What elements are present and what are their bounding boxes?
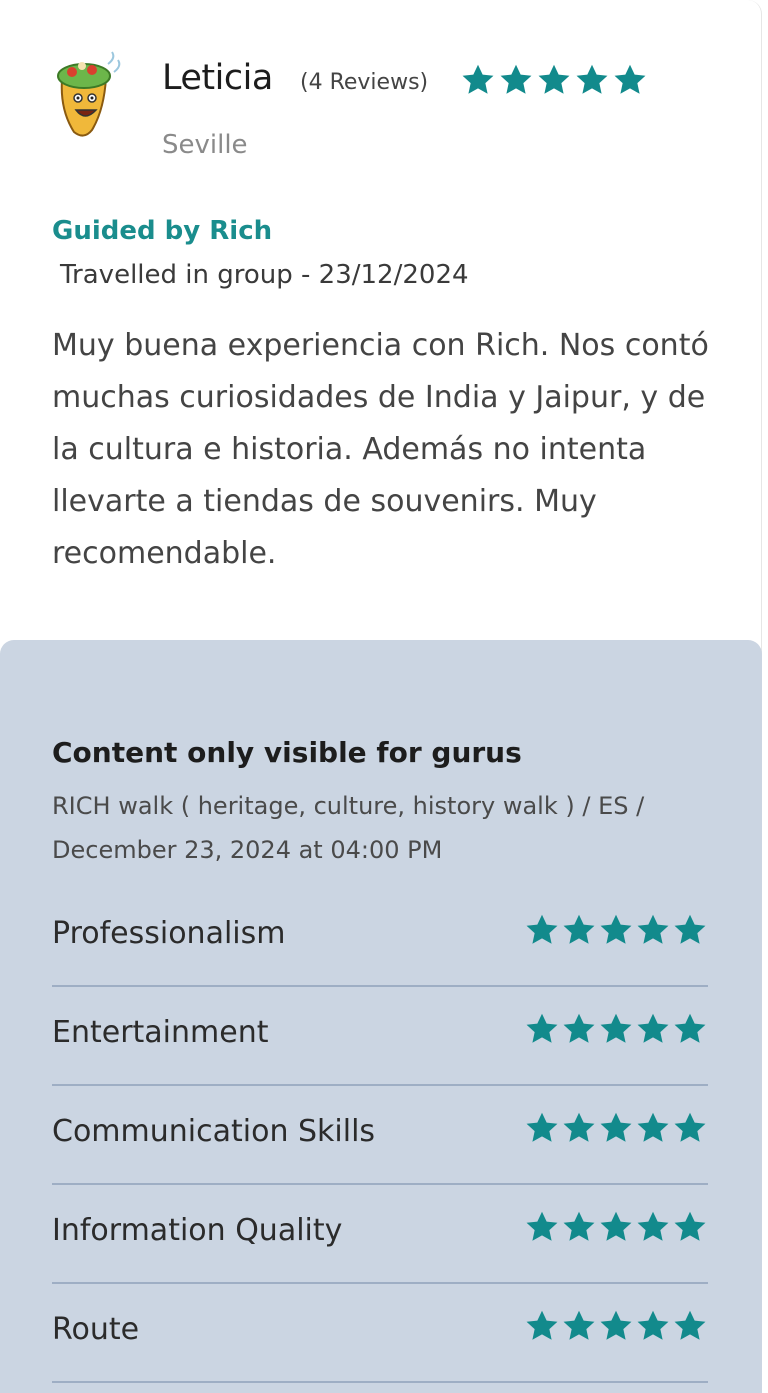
star-icon [600,1112,632,1142]
star-icon [563,1013,595,1043]
star-icon [526,1211,558,1241]
star-icon [563,1310,595,1340]
star-icon [526,1112,558,1142]
star-icon [674,1112,706,1142]
review-count[interactable]: (4 Reviews) [300,70,428,95]
rating-stars [524,1110,708,1146]
cartoon-burrito-avatar-icon [57,51,121,137]
star-icon [600,1013,632,1043]
guru-only-panel: Content only visible for gurus RICH walk… [0,640,762,1393]
star-icon [538,64,570,94]
rating-label: Information Quality [52,1213,343,1248]
reviewer-name[interactable]: Leticia [162,58,273,98]
rating-label: Entertainment [52,1015,269,1050]
star-icon [526,1013,558,1043]
travel-info: Travelled in group - 23/12/2024 [60,260,469,290]
star-icon [614,64,646,94]
rating-label: Route [52,1312,140,1347]
rating-label: Professionalism [52,916,286,951]
star-icon [637,1013,669,1043]
rating-row-information-quality: Information Quality [52,1185,708,1284]
rating-stars [524,1011,708,1047]
star-icon [563,1211,595,1241]
star-icon [674,1310,706,1340]
rating-stars [524,1209,708,1245]
review-header: Leticia (4 Reviews) Seville [52,50,732,170]
star-icon [526,1310,558,1340]
star-icon [637,914,669,944]
guided-by-link[interactable]: Guided by Rich [52,216,272,246]
star-icon [674,1013,706,1043]
review-card: Leticia (4 Reviews) Seville Guided by Ri… [0,0,762,1393]
star-icon [600,914,632,944]
reviewer-city: Seville [162,130,248,160]
star-icon [563,914,595,944]
rating-row-communication-skills: Communication Skills [52,1086,708,1185]
star-icon [462,64,494,94]
reviewer-rating [460,62,648,98]
star-icon [637,1310,669,1340]
tour-details: RICH walk ( heritage, culture, history w… [52,792,645,864]
category-ratings: Professionalism Entertainment Communicat… [52,888,708,1383]
star-icon [674,914,706,944]
rating-row-entertainment: Entertainment [52,987,708,1086]
rating-label: Communication Skills [52,1114,376,1149]
star-icon [563,1112,595,1142]
rating-stars [524,1308,708,1344]
review-text: Muy buena experiencia con Rich. Nos cont… [52,328,709,571]
star-icon [600,1310,632,1340]
star-icon [600,1211,632,1241]
rating-row-professionalism: Professionalism [52,888,708,987]
star-icon [576,64,608,94]
star-icon [674,1211,706,1241]
avatar[interactable] [52,50,122,140]
star-icon [637,1112,669,1142]
star-icon [637,1211,669,1241]
rating-stars [524,912,708,948]
star-icon [500,64,532,94]
guru-panel-title: Content only visible for gurus [52,736,522,769]
star-icon [526,914,558,944]
rating-row-route: Route [52,1284,708,1383]
